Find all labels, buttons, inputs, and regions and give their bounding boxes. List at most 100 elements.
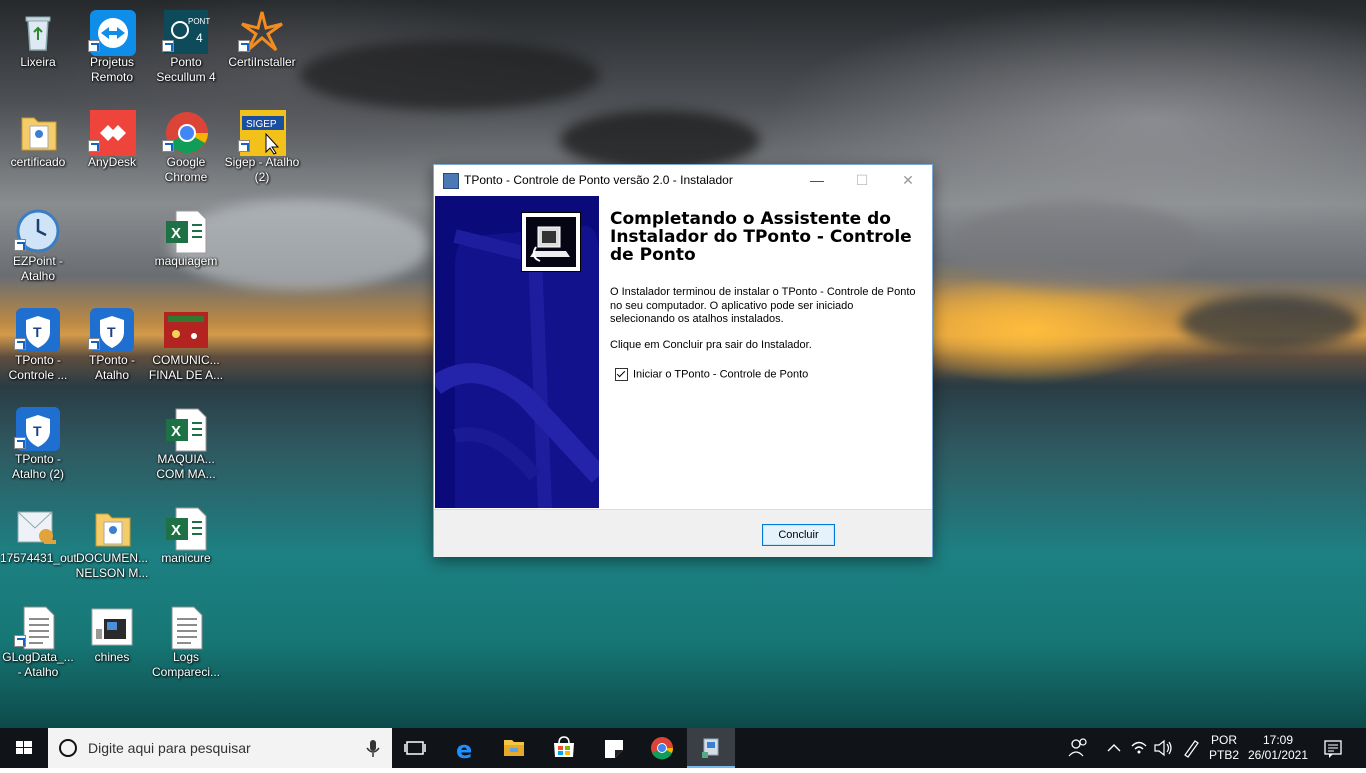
svg-text:SIGEP: SIGEP xyxy=(246,119,277,130)
desktop-icon-projetus-remoto[interactable]: Projetus Remoto xyxy=(74,4,150,100)
computer-icon xyxy=(530,226,570,262)
desktop-icon-label: Lixeira xyxy=(20,55,56,69)
desktop-icon-documen-nelson[interactable]: DOCUMEN... NELSON M... xyxy=(74,500,150,596)
desktop-icon-label: TPonto - Controle ... xyxy=(8,353,68,382)
finish-button[interactable]: Concluir xyxy=(762,524,835,546)
desktop-icon-label: Google Chrome xyxy=(164,155,208,184)
taskbar-search-box[interactable]: Digite aqui para pesquisar xyxy=(48,728,392,768)
shortcut-arrow-icon xyxy=(14,635,26,647)
desktop-icon-label: chines xyxy=(94,650,130,664)
desktop-icon-chines[interactable]: chines xyxy=(74,599,150,695)
desktop-icon-label: MAQUIA... COM MA... xyxy=(156,452,216,481)
recycle-bin-icon xyxy=(16,10,60,54)
svg-text:T: T xyxy=(107,324,116,340)
windows-logo-icon xyxy=(16,741,32,754)
desktop-icon-label: AnyDesk xyxy=(87,155,137,169)
shortcut-arrow-icon xyxy=(162,40,174,52)
desktop-icon-certificado[interactable]: certificado xyxy=(0,104,76,200)
sticky-notes-icon[interactable] xyxy=(590,728,638,768)
desktop-icon-label: Ponto Secullum 4 xyxy=(156,55,216,84)
dark-cloud xyxy=(300,40,600,110)
microphone-icon[interactable] xyxy=(364,728,384,768)
shortcut-arrow-icon xyxy=(238,140,250,152)
notification-center-icon[interactable] xyxy=(1318,728,1348,768)
clock[interactable]: 17:09 26/01/2021 xyxy=(1244,728,1312,768)
shortcut-arrow-icon xyxy=(14,338,26,350)
island-cloud xyxy=(1180,295,1360,350)
task-view-icon[interactable] xyxy=(392,728,440,768)
desktop-icon-tponto-atalho-2[interactable]: T TPonto - Atalho (2) xyxy=(0,401,76,497)
excel-icon: X xyxy=(164,506,208,551)
people-icon[interactable] xyxy=(1066,728,1090,768)
desktop-icon-17574431-out[interactable]: 17574431_out xyxy=(0,500,77,596)
desktop-icon-google-chrome[interactable]: Google Chrome xyxy=(148,104,224,200)
desktop-icon-lixeira[interactable]: Lixeira xyxy=(0,4,76,100)
taskbar: Digite aqui para pesquisar e POR PTB2 17… xyxy=(0,728,1366,768)
installer-window: TPonto - Controle de Ponto versão 2.0 - … xyxy=(433,164,933,557)
text-file-icon xyxy=(164,605,208,650)
minimize-button[interactable]: — xyxy=(794,165,840,195)
desktop-icon-logs-compareci[interactable]: Logs Compareci... xyxy=(148,599,224,695)
desktop-icon-glogdata[interactable]: GLogData_... - Atalho xyxy=(0,599,76,695)
chevron-up-icon[interactable] xyxy=(1104,728,1124,768)
desktop-icon-label: EZPoint - Atalho xyxy=(12,254,63,283)
desktop-icon-label: certificado xyxy=(10,155,66,169)
desktop-icon-label: Projetus Remoto xyxy=(89,55,135,84)
edge-icon[interactable]: e xyxy=(442,728,490,768)
desktop-icon-tponto-controle[interactable]: T TPonto - Controle ... xyxy=(0,302,76,398)
file-explorer-icon[interactable] xyxy=(490,728,538,768)
shortcut-arrow-icon xyxy=(88,40,100,52)
desktop-icon-maquia-com-ma[interactable]: X MAQUIA... COM MA... xyxy=(148,401,224,497)
launch-checkbox[interactable] xyxy=(615,368,628,381)
desktop-icon-anydesk[interactable]: AnyDesk xyxy=(74,104,150,200)
shortcut-arrow-icon xyxy=(88,140,100,152)
search-icon xyxy=(59,739,77,757)
excel-icon: X xyxy=(164,209,208,254)
svg-text:X: X xyxy=(171,225,181,242)
certificate-file-icon xyxy=(16,506,60,550)
wizard-heading: Completando o Assistente do Instalador d… xyxy=(610,209,912,265)
wizard-content: Completando o Assistente do Instalador d… xyxy=(610,210,920,351)
desktop-icon-label: TPonto - Atalho xyxy=(88,353,136,382)
device-image-icon xyxy=(90,605,134,649)
search-placeholder: Digite aqui para pesquisar xyxy=(88,740,251,756)
dark-cloud xyxy=(560,110,760,170)
desktop-icon-maquiagem[interactable]: X maquiagem xyxy=(148,203,224,299)
svg-text:T: T xyxy=(33,423,42,439)
language-code: POR xyxy=(1210,733,1237,747)
storm-cloud xyxy=(950,200,1200,290)
desktop-icon-manicure[interactable]: X manicure xyxy=(148,500,224,596)
tponto-logo xyxy=(521,212,581,272)
volume-icon[interactable] xyxy=(1152,728,1174,768)
close-button[interactable]: ✕ xyxy=(885,165,931,195)
desktop-icon-label: DOCUMEN... NELSON M... xyxy=(75,551,149,580)
desktop-icon-label: 17574431_out xyxy=(0,551,77,565)
chrome-taskbar-icon[interactable] xyxy=(638,728,686,768)
desktop-icon-label: GLogData_... - Atalho xyxy=(2,650,74,679)
desktop-icon-ponto-secullum[interactable]: PONTO 4 Ponto Secullum 4 xyxy=(148,4,224,100)
svg-text:4: 4 xyxy=(196,31,203,45)
desktop-icon-tponto-atalho[interactable]: T TPonto - Atalho xyxy=(74,302,150,398)
store-icon[interactable] xyxy=(540,728,588,768)
pen-icon[interactable] xyxy=(1180,728,1202,768)
title-bar[interactable]: TPonto - Controle de Ponto versão 2.0 - … xyxy=(434,165,932,195)
window-title: TPonto - Controle de Ponto versão 2.0 - … xyxy=(464,173,733,187)
desktop-icon-sigep[interactable]: SIGEP Sigep - Atalho (2) xyxy=(224,104,300,200)
desktop-icon-label: CertiInstaller xyxy=(228,55,296,69)
desktop-icon-comunicado[interactable]: COMUNIC... FINAL DE A... xyxy=(148,302,224,398)
svg-text:X: X xyxy=(171,423,181,440)
input-language[interactable]: POR PTB2 xyxy=(1208,728,1240,768)
image-file-icon xyxy=(164,308,208,352)
maximize-button[interactable]: ☐ xyxy=(839,165,885,195)
installer-taskbar-icon[interactable] xyxy=(687,728,735,768)
clock-time: 17:09 xyxy=(1262,733,1294,747)
shortcut-arrow-icon xyxy=(14,239,26,251)
wizard-instruction: Clique em Concluir pra sair do Instalado… xyxy=(610,338,812,351)
desktop-icon-ezpoint[interactable]: EZPoint - Atalho xyxy=(0,203,76,299)
wifi-icon[interactable] xyxy=(1128,728,1150,768)
svg-text:X: X xyxy=(171,522,181,539)
start-button[interactable] xyxy=(0,728,48,768)
launch-option[interactable]: Iniciar o TPonto - Controle de Ponto xyxy=(615,368,808,381)
desktop-icon-certiinstaller[interactable]: CertiInstaller xyxy=(224,4,300,100)
svg-text:e: e xyxy=(456,736,472,764)
